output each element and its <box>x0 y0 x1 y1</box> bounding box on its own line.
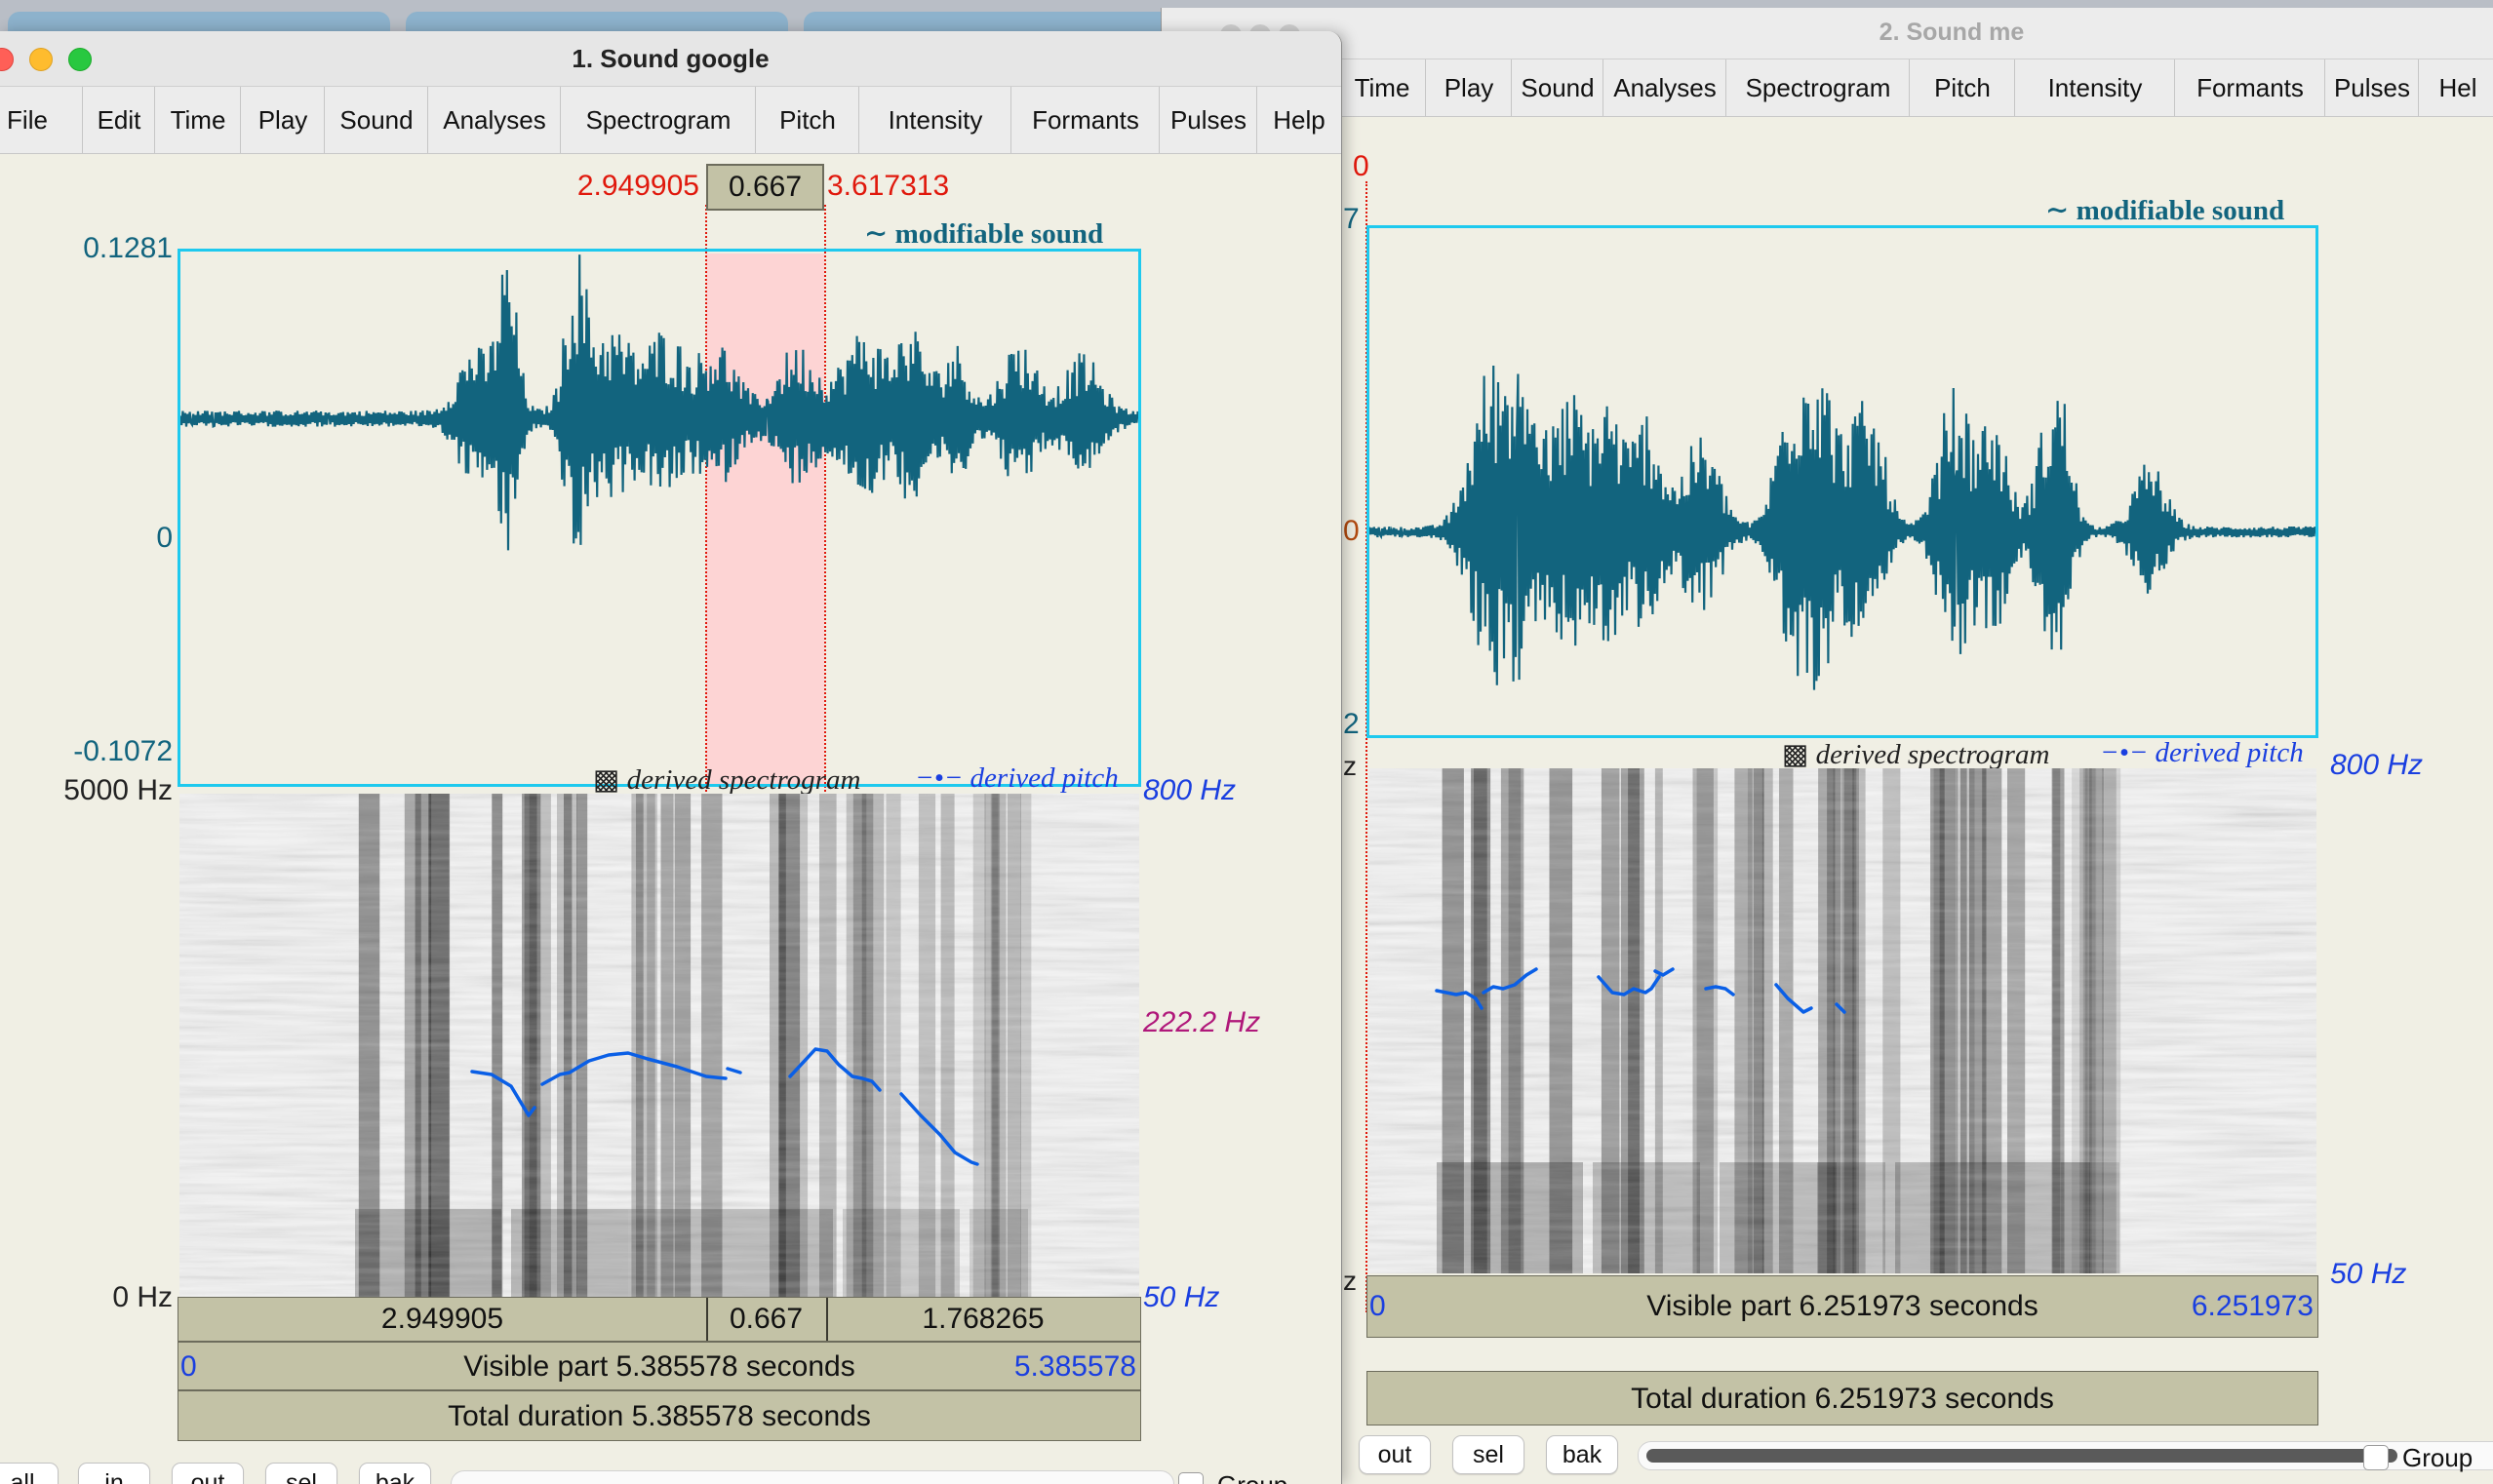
menu-hel[interactable]: Hel <box>2418 59 2493 116</box>
selection-bar-middle[interactable]: 0.667 <box>706 1298 828 1341</box>
menu-bar: Time Play Sound Analyses Spectrogram Pitch Int… <box>1162 59 2493 117</box>
y-axis-min: -0.1072 <box>73 735 173 767</box>
menu-play[interactable]: Play <box>1425 59 1512 116</box>
visible-end: 6.251973 <box>2191 1290 2314 1322</box>
spectrogram-panel[interactable] <box>179 794 1139 1326</box>
spectrogram-icon: ▩ <box>593 764 627 796</box>
scrollbar-thumb[interactable] <box>1646 1449 2397 1463</box>
menu-file[interactable]: File <box>0 87 83 153</box>
total-duration-label: Total duration 5.385578 seconds <box>448 1400 871 1432</box>
menu-intensity[interactable]: Intensity <box>2014 59 2175 116</box>
pitch-axis-mid: 222.2 Hz <box>1143 1006 1261 1038</box>
show-all-button[interactable]: all <box>0 1463 59 1484</box>
menu-analyses[interactable]: Analyses <box>427 87 561 153</box>
group-label: Group <box>1217 1470 1287 1484</box>
legend-derived-spectrogram: ▩ derived spectrogram <box>1782 739 2050 770</box>
visible-part-bar[interactable]: 0 Visible part 6.251973 seconds 6.251973 <box>1366 1275 2318 1338</box>
selection-start-time: 2.949905 <box>576 170 699 202</box>
y-axis-min: 2 <box>1343 708 1360 740</box>
menu-formants[interactable]: Formants <box>1010 87 1160 153</box>
visible-part-bar[interactable]: 0 Visible part 5.385578 seconds 5.385578 <box>178 1342 1141 1390</box>
zoom-selection-button[interactable]: sel <box>265 1463 337 1484</box>
total-duration-bar[interactable]: Total duration 6.251973 seconds <box>1366 1371 2318 1425</box>
menu-time[interactable]: Time <box>154 87 241 153</box>
selection-bar-left[interactable]: 2.949905 <box>178 1298 708 1341</box>
menu-play[interactable]: Play <box>240 87 325 153</box>
menu-spectrogram[interactable]: Spectrogram <box>1725 59 1910 116</box>
y-axis-zero: 0 <box>1343 515 1360 547</box>
menu-pulses[interactable]: Pulses <box>2324 59 2419 116</box>
zoom-selection-button[interactable]: sel <box>1452 1435 1524 1474</box>
spectrogram <box>179 794 1139 1326</box>
selection-end-time: 3.617313 <box>827 170 950 202</box>
visible-part-label: Visible part 6.251973 seconds <box>1646 1290 2038 1322</box>
waveform <box>180 254 1138 551</box>
legend-derived-pitch: −•− derived pitch <box>915 762 1119 794</box>
menu-bar: File Edit Time Play Sound Analyses Spectrogram… <box>0 87 1341 154</box>
sound-editor-window-2: 2. Sound me Time Play Sound Analyses Spectro… <box>1161 8 2493 1484</box>
group-label: Group <box>2402 1443 2473 1472</box>
waveform-panel[interactable] <box>1366 225 2318 738</box>
total-duration-label: Total duration 6.251973 seconds <box>1631 1383 2054 1415</box>
wave-icon: ∼ <box>864 218 895 250</box>
y-axis-max: 0.1281 <box>83 232 173 264</box>
menu-pitch[interactable]: Pitch <box>755 87 859 153</box>
scrollbar-track[interactable] <box>451 1470 1174 1484</box>
zoom-out-button[interactable]: out <box>1359 1435 1431 1474</box>
menu-edit[interactable]: Edit <box>82 87 155 153</box>
sound-editor-window-1: 1. Sound google File Edit Time Play Sound Ana… <box>0 31 1342 1484</box>
cursor-time: 0 <box>1353 150 1369 182</box>
menu-pitch[interactable]: Pitch <box>1909 59 2015 116</box>
freq-axis-bottom: z <box>1343 1266 1357 1296</box>
freq-axis-bottom: 0 Hz <box>112 1281 173 1313</box>
y-axis-max: 7 <box>1343 203 1360 235</box>
spectrogram-panel[interactable] <box>1368 768 2316 1273</box>
zoom-back-button[interactable]: bak <box>359 1463 431 1484</box>
spectrogram-icon: ▩ <box>1782 739 1816 770</box>
legend-derived-pitch: −•− derived pitch <box>2100 737 2304 768</box>
waveform <box>1369 365 2315 690</box>
pitch-axis-bottom: 50 Hz <box>1143 1281 1220 1313</box>
menu-help[interactable]: Help <box>1256 87 1341 153</box>
freq-axis-top: z <box>1343 751 1357 781</box>
zoom-back-button[interactable]: bak <box>1546 1435 1618 1474</box>
menu-sound[interactable]: Sound <box>324 87 428 153</box>
menu-spectrogram[interactable]: Spectrogram <box>560 87 756 153</box>
window-title: 1. Sound google <box>572 44 770 73</box>
window-title: 2. Sound me <box>1879 19 2025 46</box>
freq-axis-top: 5000 Hz <box>63 774 173 806</box>
waveform-panel[interactable] <box>178 249 1141 787</box>
menu-time[interactable]: Time <box>1337 59 1426 116</box>
pitch-line-icon: −•− <box>2100 737 2156 768</box>
legend-modifiable-sound: ∼ modifiable sound <box>2045 195 2285 226</box>
menu-intensity[interactable]: Intensity <box>858 87 1011 153</box>
total-duration-bar[interactable]: Total duration 5.385578 seconds <box>178 1390 1141 1441</box>
pitch-line-icon: −•− <box>915 762 970 794</box>
group-checkbox[interactable] <box>2363 1445 2389 1470</box>
selection-bar-right[interactable]: 1.768265 <box>826 1298 1140 1341</box>
pitch-axis-bottom: 50 Hz <box>2330 1258 2407 1290</box>
group-checkbox[interactable] <box>1178 1472 1204 1484</box>
pitch-axis-top: 800 Hz <box>2330 749 2424 781</box>
selection-duration-box[interactable]: 0.667 <box>706 164 824 211</box>
menu-formants[interactable]: Formants <box>2174 59 2325 116</box>
y-axis-zero: 0 <box>156 522 173 554</box>
visible-part-label: Visible part 5.385578 seconds <box>463 1350 855 1383</box>
wave-icon: ∼ <box>2045 195 2077 226</box>
title-bar: 2. Sound me <box>1162 8 2493 59</box>
zoom-out-button[interactable]: out <box>172 1463 244 1484</box>
legend-modifiable-sound: ∼ modifiable sound <box>864 218 1104 250</box>
menu-pulses[interactable]: Pulses <box>1159 87 1257 153</box>
selection-bar[interactable]: 2.949905 0.667 1.768265 <box>178 1297 1141 1342</box>
visible-end: 5.385578 <box>1013 1350 1136 1383</box>
pitch-axis-top: 800 Hz <box>1143 774 1237 806</box>
spectrogram <box>1368 768 2316 1273</box>
zoom-in-button[interactable]: in <box>78 1463 150 1484</box>
title-bar: 1. Sound google <box>0 31 1341 87</box>
menu-analyses[interactable]: Analyses <box>1603 59 1726 116</box>
menu-sound[interactable]: Sound <box>1511 59 1603 116</box>
legend-derived-spectrogram: ▩ derived spectrogram <box>593 764 861 796</box>
